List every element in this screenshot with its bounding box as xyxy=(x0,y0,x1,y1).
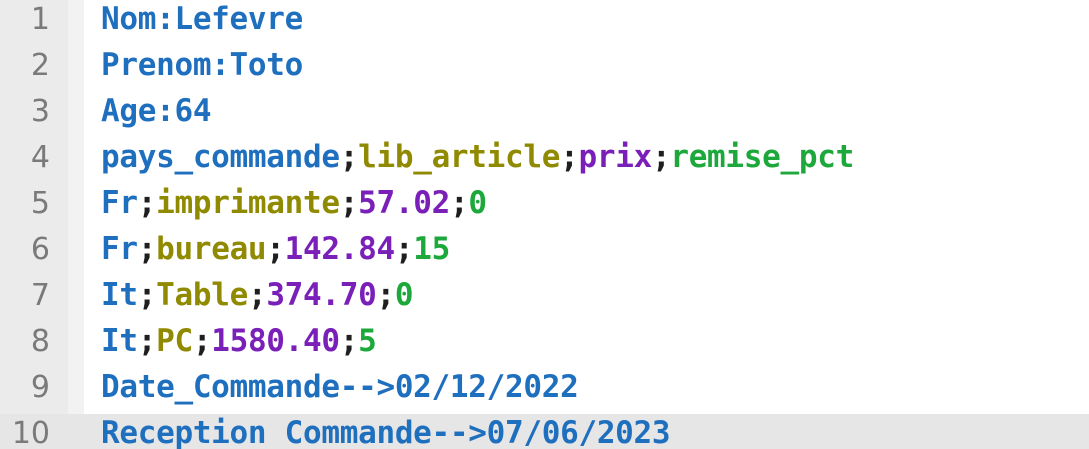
token: Table xyxy=(156,277,248,313)
field-separator: ; xyxy=(339,323,359,359)
token: 142.84 xyxy=(284,231,395,267)
line-text[interactable]: Reception Commande-->07/06/2023 xyxy=(101,414,671,449)
token: Nom:Lefevre xyxy=(101,1,303,37)
field-separator: ; xyxy=(137,185,157,221)
line-text[interactable]: It;PC;1580.40;5 xyxy=(101,322,377,368)
field-separator: ; xyxy=(339,139,359,175)
code-line[interactable]: 2 Prenom:Toto xyxy=(0,46,1089,92)
code-line[interactable]: 10 Reception Commande-->07/06/2023 xyxy=(0,414,1089,449)
line-text[interactable]: Age:64 xyxy=(101,92,211,138)
token: 15 xyxy=(413,231,450,267)
line-number: 8 xyxy=(30,324,50,359)
token: Reception Commande-->07/06/2023 xyxy=(101,415,671,449)
token: It xyxy=(101,277,138,313)
token: 0 xyxy=(394,277,414,313)
field-separator: ; xyxy=(137,231,157,267)
field-separator: ; xyxy=(339,185,359,221)
line-text[interactable]: Fr;bureau;142.84;15 xyxy=(101,230,450,276)
token: prix xyxy=(578,139,652,175)
code-line[interactable]: 1 Nom:Lefevre xyxy=(0,0,1089,46)
line-number: 5 xyxy=(30,186,50,221)
line-number: 4 xyxy=(30,140,50,175)
token: It xyxy=(101,323,138,359)
line-number: 9 xyxy=(30,370,50,405)
token: Fr xyxy=(101,185,138,221)
token: Prenom:Toto xyxy=(101,47,303,83)
token: PC xyxy=(156,323,193,359)
code-line[interactable]: 3 Age:64 xyxy=(0,92,1089,138)
line-text[interactable]: It;Table;374.70;0 xyxy=(101,276,414,322)
field-separator: ; xyxy=(137,323,157,359)
line-number: 3 xyxy=(30,94,50,129)
field-separator: ; xyxy=(137,277,157,313)
field-separator: ; xyxy=(266,231,285,267)
token: 57.02 xyxy=(358,185,450,221)
code-line[interactable]: 9 Date_Commande-->02/12/2022 xyxy=(0,368,1089,414)
code-line[interactable]: 6 Fr;bureau;142.84;15 xyxy=(0,230,1089,276)
token: 374.70 xyxy=(266,277,377,313)
code-line[interactable]: 7 It;Table;374.70;0 xyxy=(0,276,1089,322)
line-number: 7 xyxy=(30,278,50,313)
code-line[interactable]: 4 pays_commande;lib_article;prix;remise_p… xyxy=(0,138,1089,184)
token: lib_article xyxy=(358,139,561,175)
line-text[interactable]: Fr;imprimante;57.02;0 xyxy=(101,184,487,230)
token: Age:64 xyxy=(101,93,212,129)
field-separator: ; xyxy=(560,139,579,175)
text-editor[interactable]: 1 Nom:Lefevre 2 Prenom:Toto 3 Age:64 4 pays_com… xyxy=(0,0,1089,449)
token: 1580.40 xyxy=(211,323,340,359)
line-text[interactable]: Date_Commande-->02/12/2022 xyxy=(101,368,579,414)
line-number: 2 xyxy=(30,48,50,83)
token: Fr xyxy=(101,231,138,267)
line-number: 6 xyxy=(30,232,50,267)
line-number: 1 xyxy=(30,2,50,37)
line-number: 10 xyxy=(0,414,50,449)
field-separator: ; xyxy=(192,323,212,359)
field-separator: ; xyxy=(247,277,267,313)
token: bureau xyxy=(156,231,267,267)
field-separator: ; xyxy=(449,185,469,221)
code-line[interactable]: 8 It;PC;1580.40;5 xyxy=(0,322,1089,368)
token: pays_commande xyxy=(101,139,340,175)
code-line[interactable]: 5 Fr;imprimante;57.02;0 xyxy=(0,184,1089,230)
line-text[interactable]: Prenom:Toto xyxy=(101,46,303,92)
token: imprimante xyxy=(156,185,340,221)
token: remise_pct xyxy=(670,139,854,175)
field-separator: ; xyxy=(394,231,414,267)
token: Date_Commande-->02/12/2022 xyxy=(101,369,579,405)
editor-content[interactable]: 1 Nom:Lefevre 2 Prenom:Toto 3 Age:64 4 pays_com… xyxy=(0,0,1089,449)
token: 0 xyxy=(468,185,487,221)
field-separator: ; xyxy=(651,139,671,175)
line-text[interactable]: Nom:Lefevre xyxy=(101,0,303,46)
line-text[interactable]: pays_commande;lib_article;prix;remise_pc… xyxy=(101,138,854,184)
field-separator: ; xyxy=(376,277,396,313)
token: 5 xyxy=(358,323,377,359)
